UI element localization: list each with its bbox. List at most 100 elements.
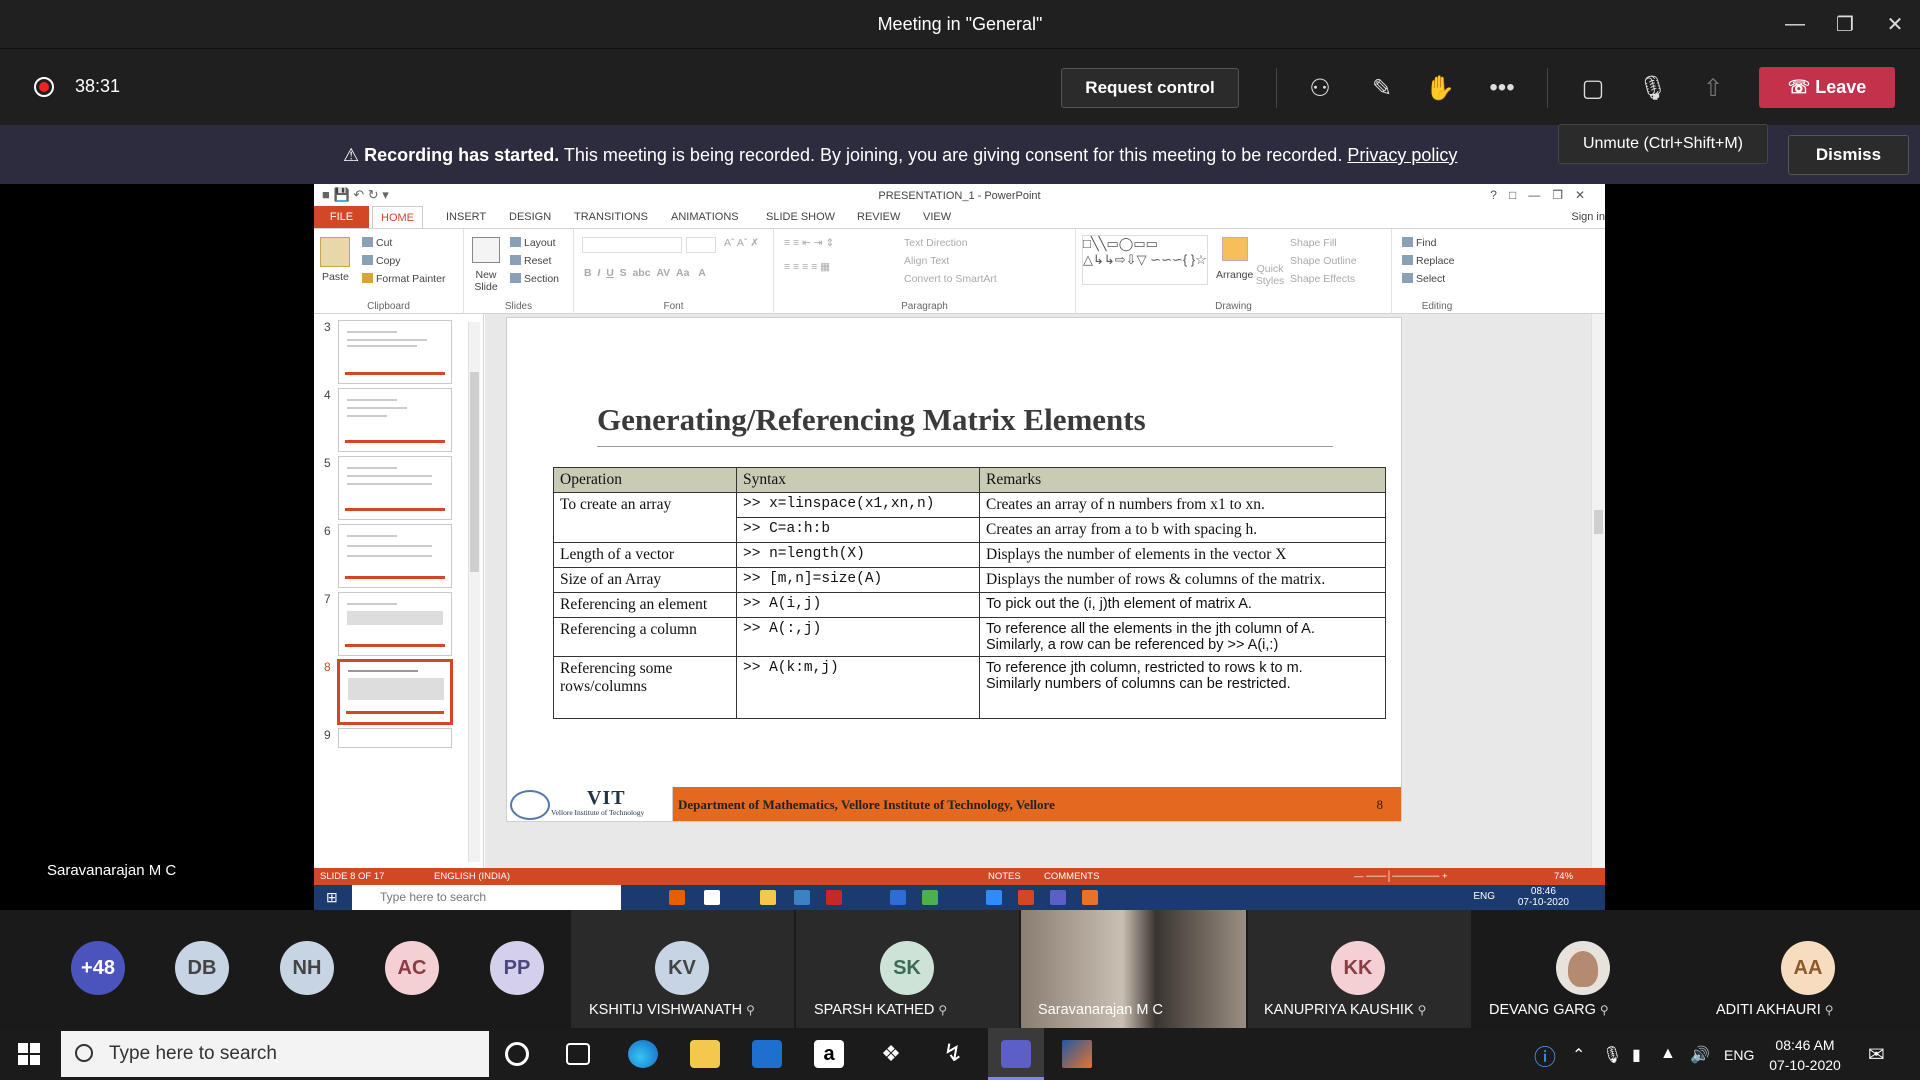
- cut-button[interactable]: Cut: [362, 237, 392, 249]
- file-explorer-icon[interactable]: [690, 1040, 720, 1068]
- mic-muted-icon[interactable]: 🎙: [1635, 70, 1671, 106]
- slide-thumb-4[interactable]: [338, 388, 452, 452]
- align-text-button[interactable]: Align Text: [904, 255, 949, 267]
- mail-icon[interactable]: [752, 1040, 782, 1068]
- avatar[interactable]: NH: [280, 941, 334, 995]
- shapes-gallery[interactable]: □╲╲▭◯▭▭ △↳↳⇨⇩▽ ∽∽∽{ }☆: [1082, 235, 1208, 285]
- paste-icon[interactable]: [320, 237, 350, 267]
- thumbnail-scrollbar[interactable]: [468, 322, 480, 862]
- tab-home[interactable]: HOME: [372, 206, 423, 228]
- dropbox-icon[interactable]: ❖: [876, 1040, 906, 1068]
- raise-hand-icon[interactable]: ✋: [1422, 70, 1458, 106]
- app-icon[interactable]: ↯: [938, 1040, 968, 1068]
- chat-icon[interactable]: ✎: [1364, 70, 1400, 106]
- slide-thumb-7[interactable]: [338, 592, 452, 656]
- wifi-icon[interactable]: ▲: [1660, 1045, 1676, 1063]
- remark-line: To reference all the elements in the jth…: [986, 621, 1315, 637]
- notifications-icon[interactable]: ✉: [1868, 1042, 1885, 1067]
- new-slide-button[interactable]: New Slide: [468, 269, 504, 293]
- quick-styles-button[interactable]: Quick Styles: [1254, 263, 1286, 287]
- taskbar-clock[interactable]: 08:46 AM 07-10-2020: [1766, 1035, 1844, 1075]
- layout-button[interactable]: Layout: [510, 237, 556, 249]
- shape-fill-button[interactable]: Shape Fill: [1290, 237, 1337, 249]
- convert-smartart-button[interactable]: Convert to SmartArt: [904, 273, 997, 285]
- copy-button[interactable]: Copy: [362, 255, 401, 267]
- vit-logo: VIT Vellore Institute of Technology: [507, 787, 673, 821]
- tab-transitions[interactable]: TRANSITIONS: [574, 211, 648, 223]
- request-control-button[interactable]: Request control: [1061, 68, 1239, 108]
- slide-thumb-9[interactable]: [338, 728, 452, 748]
- amazon-icon[interactable]: a: [814, 1040, 844, 1068]
- zoom-level[interactable]: 74%: [1554, 871, 1573, 882]
- font-size-input[interactable]: [686, 237, 716, 253]
- tab-slide-show[interactable]: SLIDE SHOW: [766, 211, 835, 223]
- slide-canvas[interactable]: Generating/Referencing Matrix Elements O…: [506, 317, 1402, 822]
- notes-button[interactable]: NOTES: [988, 871, 1021, 882]
- sign-in-link[interactable]: Sign in: [1571, 211, 1605, 223]
- new-slide-icon[interactable]: [472, 237, 500, 263]
- slide-thumb-5[interactable]: [338, 456, 452, 520]
- help-icon[interactable]: ⓘ: [1534, 1040, 1556, 1072]
- font-name-input[interactable]: [582, 237, 682, 253]
- align-buttons[interactable]: ≡ ≡ ≡ ≡ ▦: [784, 261, 830, 273]
- tab-file[interactable]: FILE: [314, 206, 369, 228]
- language-status[interactable]: ENGLISH (INDIA): [434, 871, 510, 882]
- avatar[interactable]: AC: [385, 941, 439, 995]
- mic-tray-icon[interactable]: 🎙: [1602, 1045, 1622, 1065]
- font-size-buttons[interactable]: Aˆ Aˇ ✗: [724, 237, 759, 249]
- matlab-icon[interactable]: [1062, 1040, 1092, 1068]
- font-format-buttons[interactable]: B I U S abc AV Aa A: [584, 267, 706, 279]
- share-screen-icon[interactable]: ⇧: [1695, 70, 1731, 106]
- avatar[interactable]: PP: [490, 941, 544, 995]
- reset-button[interactable]: Reset: [510, 255, 551, 267]
- slide-scrollbar[interactable]: [1591, 314, 1605, 868]
- tab-insert[interactable]: INSERT: [446, 211, 486, 223]
- slide-thumb-8[interactable]: [337, 659, 453, 725]
- tab-animations[interactable]: ANIMATIONS: [671, 211, 739, 223]
- camera-off-icon[interactable]: ▢: [1575, 70, 1611, 106]
- battery-icon[interactable]: ▮: [1632, 1045, 1641, 1065]
- tray-chevron-icon[interactable]: ⌃: [1572, 1045, 1585, 1065]
- language-indicator[interactable]: ENG: [1724, 1047, 1754, 1063]
- more-participants[interactable]: +48: [71, 941, 125, 995]
- arrange-button[interactable]: Arrange: [1216, 269, 1253, 281]
- participants-icon[interactable]: ⚇: [1302, 70, 1338, 106]
- tab-view[interactable]: VIEW: [923, 211, 951, 223]
- cursor-icon: [1402, 273, 1413, 283]
- dismiss-button[interactable]: Dismiss: [1788, 135, 1909, 175]
- format-painter-button[interactable]: Format Painter: [362, 273, 445, 285]
- tab-design[interactable]: DESIGN: [509, 211, 551, 223]
- volume-icon[interactable]: 🔊: [1690, 1045, 1710, 1065]
- teams-taskbar-button[interactable]: [988, 1028, 1044, 1080]
- close-icon[interactable]: ✕: [1870, 0, 1920, 49]
- shape-outline-button[interactable]: Shape Outline: [1290, 255, 1357, 267]
- taskbar-search-box[interactable]: Type here to search: [61, 1031, 489, 1077]
- comments-button[interactable]: COMMENTS: [1044, 871, 1099, 882]
- section-label: Section: [524, 273, 560, 285]
- section-icon: [510, 273, 521, 283]
- slide-thumb-6[interactable]: [338, 524, 452, 588]
- avatar[interactable]: DB: [175, 941, 229, 995]
- select-button[interactable]: Select: [1402, 273, 1445, 285]
- privacy-policy-link[interactable]: Privacy policy: [1347, 145, 1457, 165]
- cortana-icon[interactable]: [505, 1042, 529, 1066]
- leave-button[interactable]: ☏ Leave: [1759, 67, 1895, 108]
- edge-icon[interactable]: [628, 1040, 658, 1068]
- windows-start-icon[interactable]: [18, 1043, 40, 1065]
- zoom-slider[interactable]: — ───│─────── +: [1354, 871, 1448, 882]
- section-button[interactable]: Section: [510, 273, 559, 285]
- list-buttons[interactable]: ≡ ≡ ⇤ ⇥ ⇕: [784, 237, 834, 249]
- task-view-icon[interactable]: [566, 1043, 590, 1065]
- paste-button[interactable]: Paste: [322, 271, 349, 283]
- slide-page-number: 8: [1376, 797, 1384, 812]
- tab-review[interactable]: REVIEW: [857, 211, 900, 223]
- replace-button[interactable]: Replace: [1402, 255, 1455, 267]
- slide-thumb-3[interactable]: [338, 320, 452, 384]
- more-options-icon[interactable]: •••: [1484, 70, 1520, 106]
- arrange-icon[interactable]: [1222, 237, 1248, 261]
- restore-icon[interactable]: ❐: [1820, 0, 1870, 49]
- find-button[interactable]: Find: [1402, 237, 1436, 249]
- text-direction-button[interactable]: Text Direction: [904, 237, 968, 249]
- shape-effects-button[interactable]: Shape Effects: [1290, 273, 1355, 285]
- minimize-icon[interactable]: —: [1770, 0, 1820, 49]
